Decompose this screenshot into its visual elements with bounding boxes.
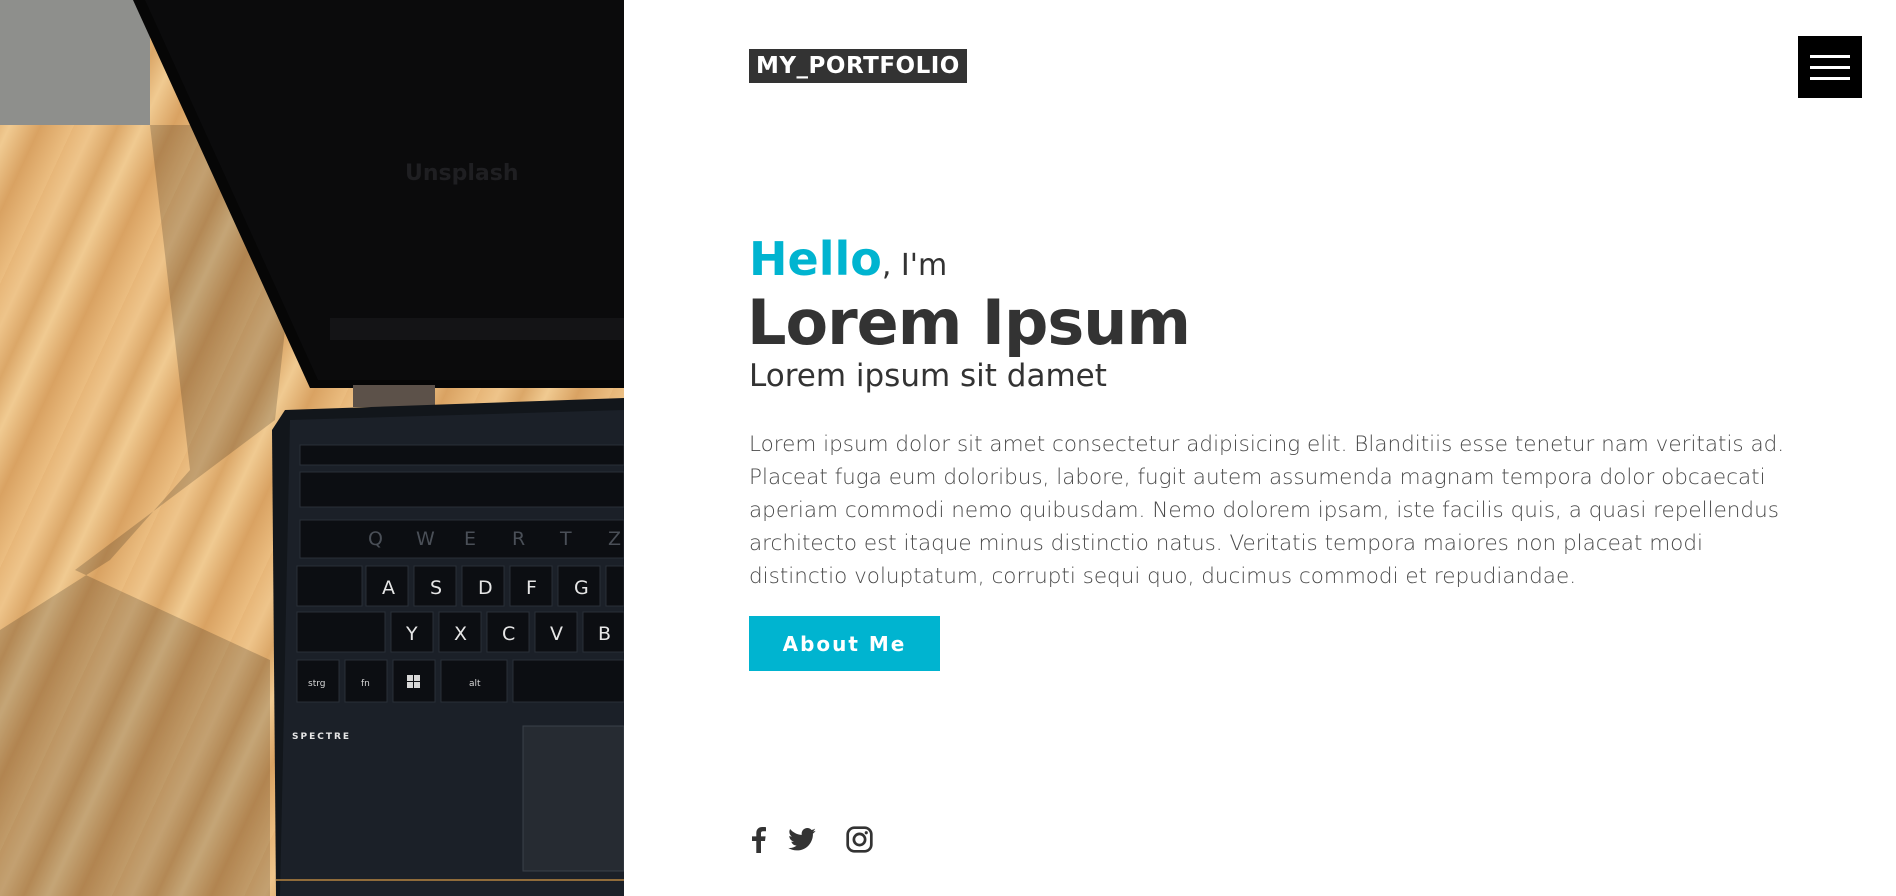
key-alt: alt [469,679,481,689]
key-e: E [464,528,476,550]
screen-text: Unsplash [405,161,519,186]
key-t: T [559,528,572,550]
portfolio-page: Unsplash A S D F G Y X C V B Q W E R T Z… [0,0,1896,896]
greeting: Hello, I'm [749,232,947,286]
hero-bio: Lorem ipsum dolor sit amet consectetur a… [749,432,1785,589]
key-s: S [430,577,442,599]
instagram-icon[interactable] [846,826,873,858]
hamburger-menu-icon [1810,54,1850,58]
greeting-hello: Hello [749,232,882,286]
key-q: Q [368,528,383,550]
key-a: A [382,577,395,599]
facebook-icon[interactable] [752,826,766,858]
key-r: R [512,528,525,550]
key-b: B [598,623,611,645]
social-links [752,826,873,858]
laptop-illustration: Unsplash A S D F G Y X C V B Q W E R T Z… [0,0,624,896]
twitter-icon[interactable] [788,828,816,856]
key-d: D [478,577,493,599]
key-c: C [502,623,515,645]
key-f: F [526,577,537,599]
hero-subtitle: Lorem ipsum sit damet [749,358,1107,394]
key-g: G [574,577,589,599]
hamburger-menu-button[interactable] [1798,36,1862,98]
greeting-im: , I'm [881,248,948,283]
about-me-button[interactable]: About Me [749,616,940,671]
key-x: X [454,623,467,645]
key-z: Z [608,528,621,550]
site-logo[interactable]: MY_PORTFOLIO [749,49,967,83]
key-v: V [550,623,563,645]
hero-name: Lorem Ipsum [747,286,1191,359]
hero-laptop-photo: Unsplash A S D F G Y X C V B Q W E R T Z… [0,0,624,896]
key-y: Y [405,623,418,645]
key-w: W [416,528,435,550]
key-strg: strg [308,679,325,689]
key-fn: fn [361,679,370,689]
laptop-brand-text: SPECTRE [292,732,351,742]
